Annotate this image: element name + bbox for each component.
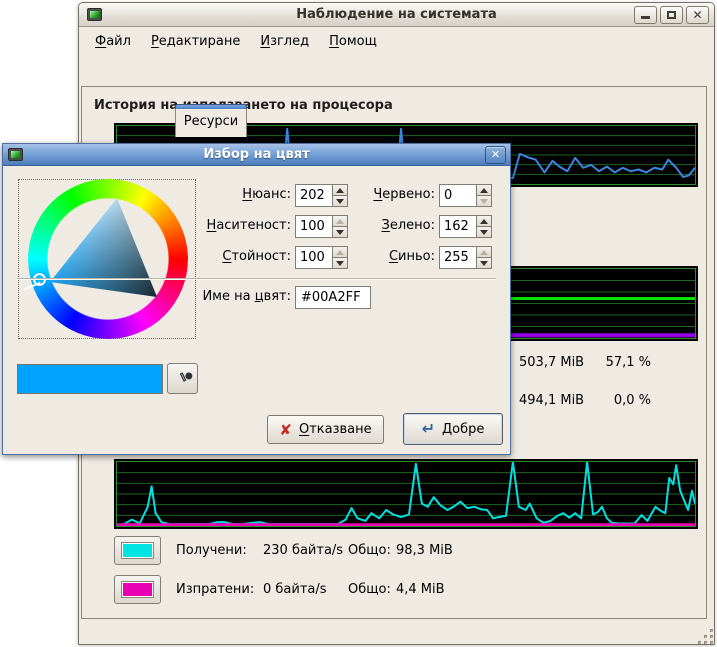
- green-spinbutton: [439, 215, 492, 238]
- received-total-label: Общо:: [348, 536, 391, 565]
- tabbar: Процеси Ресурси Устройства: [79, 53, 714, 87]
- received-total: 98,3 MiB: [396, 536, 453, 565]
- menu-view[interactable]: Изглед: [252, 31, 317, 52]
- maximize-icon: [667, 11, 676, 19]
- color-preview-swatch: [17, 364, 163, 394]
- memory-used-value: 503,7 MiB: [519, 355, 584, 370]
- color-name-input[interactable]: [295, 286, 371, 309]
- green-spin-down[interactable]: [476, 227, 492, 238]
- sent-color-button[interactable]: [114, 575, 161, 604]
- swap-used-percent: 0,0 %: [591, 393, 651, 408]
- saturation-label: Наситеност:: [171, 218, 291, 233]
- received-color-button[interactable]: [114, 536, 161, 565]
- separator: [17, 278, 496, 280]
- menu-help[interactable]: Помощ: [321, 31, 385, 52]
- sent-total-label: Общо:: [348, 575, 391, 604]
- eyedropper-button[interactable]: [167, 363, 198, 394]
- red-input[interactable]: [439, 184, 476, 207]
- green-input[interactable]: [439, 215, 476, 238]
- sent-total: 4,4 MiB: [396, 575, 445, 604]
- sent-color-swatch: [121, 581, 154, 598]
- blue-label: Синьо:: [315, 249, 435, 264]
- blue-input[interactable]: [439, 246, 476, 269]
- red-spin-up[interactable]: [476, 184, 492, 196]
- received-label: Получени:: [176, 536, 247, 565]
- close-icon: ✕: [687, 8, 708, 22]
- minimize-icon: [641, 16, 650, 19]
- tab-resources[interactable]: Ресурси: [175, 104, 247, 137]
- red-spinbutton: [439, 184, 492, 207]
- blue-spin-down[interactable]: [476, 258, 492, 269]
- cancel-button[interactable]: ✘ Отказване: [267, 415, 384, 444]
- red-label: Червено:: [315, 187, 435, 202]
- received-rate: 230 байта/s: [263, 536, 343, 565]
- network-history-chart: [114, 459, 698, 529]
- hue-label: Нюанс:: [171, 187, 291, 202]
- ok-button[interactable]: ↵ Добре: [403, 413, 503, 445]
- active-tab-indicator: [175, 104, 247, 109]
- minimize-button[interactable]: [634, 6, 657, 24]
- sent-label: Изпратени:: [176, 575, 254, 604]
- memory-used-percent: 57,1 %: [591, 355, 651, 370]
- green-spin-up[interactable]: [476, 215, 492, 227]
- received-color-swatch: [121, 542, 154, 559]
- value-label: Стойност:: [171, 249, 291, 264]
- close-button[interactable]: ✕: [686, 6, 709, 24]
- dialog-titlebar[interactable]: Избор на цвят ✕: [3, 144, 510, 166]
- menu-edit[interactable]: Редактиране: [143, 31, 248, 52]
- maximize-button[interactable]: [660, 6, 683, 24]
- color-picker-dialog: Избор на цвят ✕ Нюанс: Червено: Наситено…: [2, 143, 511, 455]
- green-label: Зелено:: [315, 218, 435, 233]
- dialog-title: Избор на цвят: [3, 147, 510, 162]
- resize-grip[interactable]: [698, 629, 713, 644]
- ok-enter-icon: ↵: [422, 423, 435, 435]
- cancel-x-icon: ✘: [279, 421, 292, 439]
- window-title: Наблюдение на системата: [79, 7, 714, 22]
- eyedropper-icon: [174, 369, 195, 390]
- window-titlebar[interactable]: Наблюдение на системата ✕: [79, 3, 714, 27]
- blue-spinbutton: [439, 246, 492, 269]
- menubar: Файл Редактиране Изглед Помощ: [81, 28, 712, 54]
- menu-file[interactable]: Файл: [87, 31, 139, 52]
- sent-rate: 0 байта/s: [263, 575, 327, 604]
- color-name-label: Име на цвят:: [171, 289, 291, 304]
- swap-used-value: 494,1 MiB: [519, 393, 584, 408]
- dialog-close-button[interactable]: ✕: [485, 146, 506, 164]
- blue-spin-up[interactable]: [476, 246, 492, 258]
- red-spin-down[interactable]: [476, 196, 492, 207]
